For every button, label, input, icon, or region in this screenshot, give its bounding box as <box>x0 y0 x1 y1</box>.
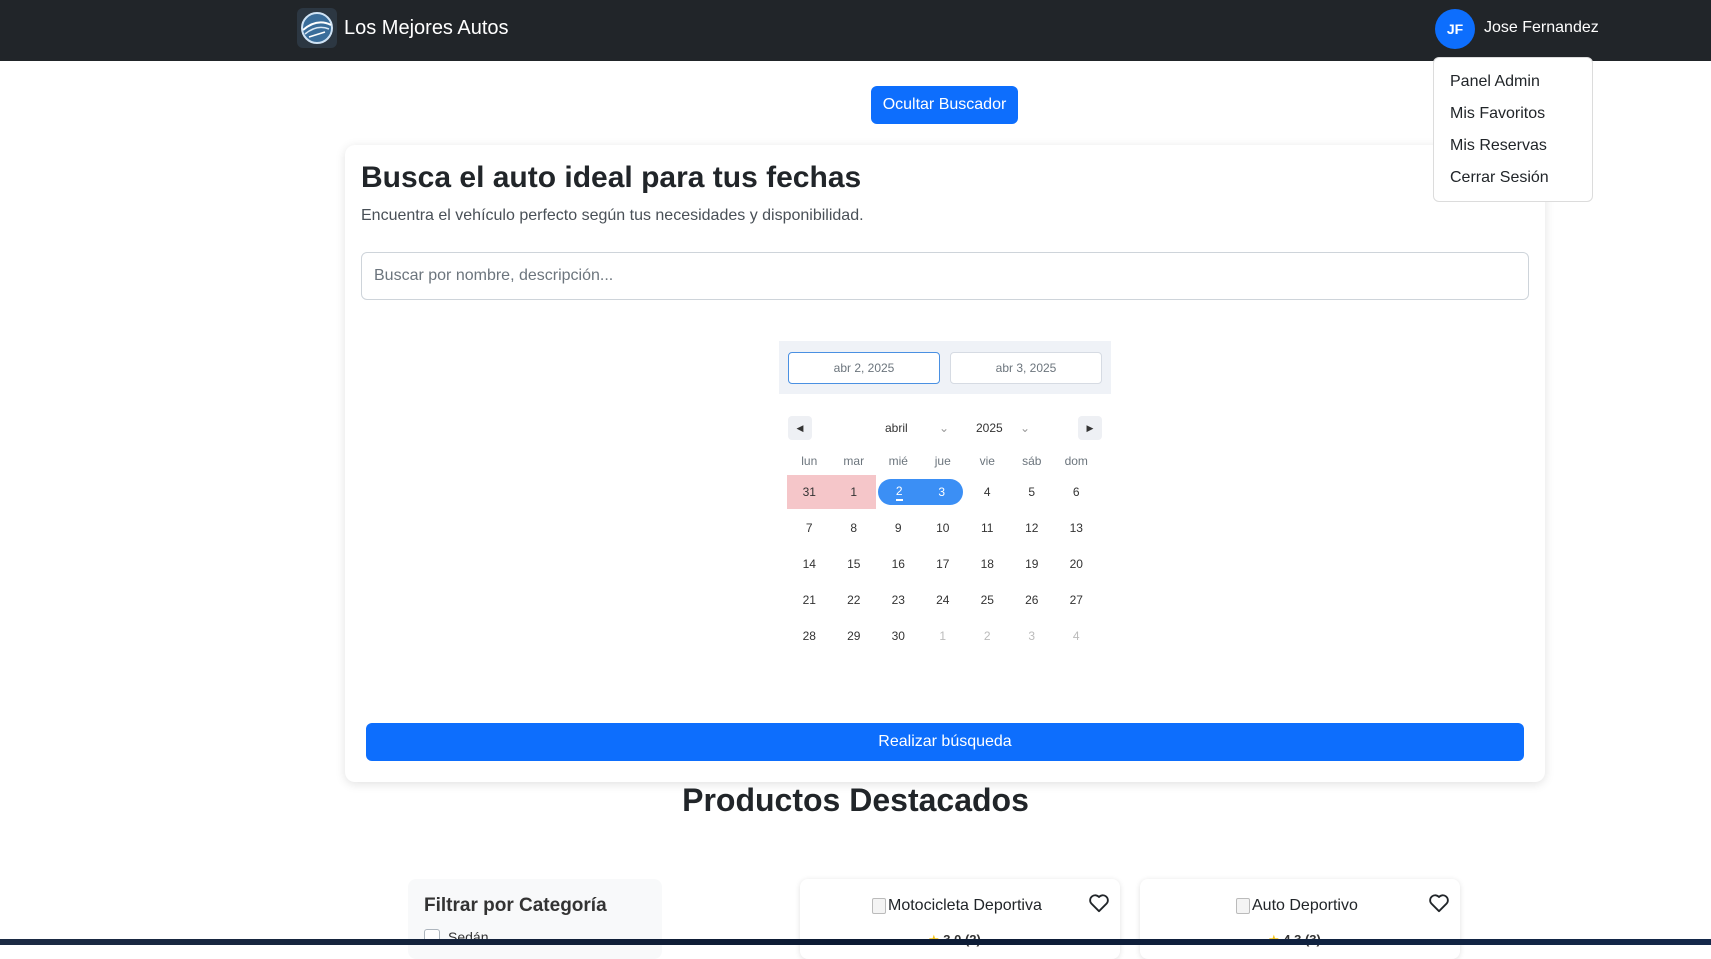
calendar-day[interactable]: 20 <box>1054 547 1099 581</box>
calendar-day[interactable]: 6 <box>1054 475 1099 509</box>
caret-left-icon: ◀ <box>796 422 804 433</box>
calendar-day[interactable]: 25 <box>965 583 1010 617</box>
calendar-day[interactable]: 9 <box>876 511 921 545</box>
calendar-week: 14 15 16 17 18 19 20 <box>787 546 1103 582</box>
calendar-day[interactable]: 27 <box>1054 583 1099 617</box>
calendar-day-unavailable: 1 <box>831 475 876 509</box>
car-speed-logo-icon[interactable] <box>297 8 337 48</box>
calendar-day[interactable]: 11 <box>965 511 1010 545</box>
calendar-week: 31 1 2 3 4 5 6 <box>787 474 1103 510</box>
product-card[interactable]: Auto Deportivo ★ 4.3 (3) <box>1140 879 1460 959</box>
favorite-heart-icon[interactable] <box>1428 893 1450 918</box>
weekday-label: dom <box>1064 454 1088 468</box>
weekday-label: jue <box>934 454 951 468</box>
calendar-day[interactable]: 12 <box>1010 511 1055 545</box>
calendar-day-next-month: 3 <box>1028 629 1036 643</box>
bottom-edge-bar <box>0 939 1711 945</box>
calendar-day[interactable]: 4 <box>965 475 1010 509</box>
user-avatar[interactable]: JF <box>1435 9 1475 49</box>
weekday-label: sáb <box>1022 454 1042 468</box>
prev-month-button[interactable]: ◀ <box>788 416 812 440</box>
calendar-day[interactable]: 10 <box>921 511 966 545</box>
start-date-field[interactable]: abr 2, 2025 <box>788 352 940 384</box>
calendar-day[interactable]: 24 <box>921 583 966 617</box>
month-select[interactable]: abril <box>885 421 908 435</box>
search-submit-button[interactable]: Realizar búsqueda <box>366 723 1524 761</box>
top-navbar: Los Mejores Autos JF Jose Fernandez <box>0 0 1711 61</box>
menu-item-cerrar-sesion[interactable]: Cerrar Sesión <box>1434 162 1592 194</box>
favorite-heart-icon[interactable] <box>1088 893 1110 918</box>
calendar-day-range-end[interactable]: 3 <box>920 479 963 505</box>
calendar-week: 21 22 23 24 25 26 27 <box>787 582 1103 618</box>
weekday-label: lun <box>801 454 818 468</box>
calendar-day[interactable]: 26 <box>1010 583 1055 617</box>
weekday-header: lun mar mié jue vie sáb dom <box>787 448 1103 474</box>
calendar-day[interactable]: 23 <box>876 583 921 617</box>
calendar-day-next-month: 2 <box>983 629 991 643</box>
weekday-label: vie <box>979 454 995 468</box>
calendar-day[interactable]: 15 <box>832 547 877 581</box>
next-month-button[interactable]: ▶ <box>1078 416 1102 440</box>
weekday-label: mié <box>888 454 908 468</box>
featured-products-title: Productos Destacados <box>682 782 1029 818</box>
calendar-day[interactable]: 18 <box>965 547 1010 581</box>
calendar-week: 7 8 9 10 11 12 13 <box>787 510 1103 546</box>
calendar-day[interactable]: 22 <box>832 583 877 617</box>
calendar-day-next-month: 4 <box>1072 629 1080 643</box>
calendar-day-next-month: 1 <box>939 629 947 643</box>
calendar-grid: lun mar mié jue vie sáb dom 31 1 2 3 4 5… <box>787 448 1103 654</box>
calendar-day[interactable]: 5 <box>1010 475 1055 509</box>
calendar-day[interactable]: 21 <box>787 583 832 617</box>
calendar-day-unavailable: 31 <box>787 475 832 509</box>
calendar-day[interactable]: 28 <box>787 619 832 653</box>
weekday-label: mar <box>843 454 865 468</box>
menu-item-panel-admin[interactable]: Panel Admin <box>1434 66 1592 98</box>
calendar-day-range-start[interactable]: 2 <box>878 479 921 505</box>
calendar-day[interactable]: 19 <box>1010 547 1055 581</box>
user-name[interactable]: Jose Fernandez <box>1484 19 1599 37</box>
search-card-title: Busca el auto ideal para tus fechas <box>361 161 862 194</box>
calendar-day[interactable]: 17 <box>921 547 966 581</box>
hide-search-button[interactable]: Ocultar Buscador <box>871 86 1018 124</box>
calendar-day-number: 2 <box>895 484 903 501</box>
calendar-day[interactable]: 14 <box>787 547 832 581</box>
menu-item-mis-favoritos[interactable]: Mis Favoritos <box>1434 98 1592 130</box>
product-card[interactable]: Motocicleta Deportiva ★ 3.0 (2) <box>800 879 1120 959</box>
year-select[interactable]: 2025 <box>976 421 1003 435</box>
category-filter-title: Filtrar por Categoría <box>424 895 607 916</box>
broken-image-icon <box>1236 898 1250 914</box>
menu-item-mis-reservas[interactable]: Mis Reservas <box>1434 130 1592 162</box>
search-card: Busca el auto ideal para tus fechas Encu… <box>345 145 1545 782</box>
product-image-alt: Auto Deportivo <box>1252 897 1358 914</box>
product-image[interactable]: Motocicleta Deportiva <box>872 897 1042 915</box>
end-date-field[interactable]: abr 3, 2025 <box>950 352 1102 384</box>
user-menu-dropdown: Panel Admin Mis Favoritos Mis Reservas C… <box>1433 57 1593 202</box>
category-filter: Filtrar por Categoría Sedán <box>408 879 662 959</box>
date-range-picker: abr 2, 2025 abr 3, 2025 ◀ abril ⌄ 2025 ⌄… <box>779 341 1111 661</box>
calendar-day[interactable]: 8 <box>832 511 877 545</box>
search-card-subtitle: Encuentra el vehículo perfecto según tus… <box>361 207 864 224</box>
broken-image-icon <box>872 898 886 914</box>
product-image[interactable]: Auto Deportivo <box>1236 897 1358 915</box>
calendar-week: 28 29 30 1 2 3 4 <box>787 618 1103 654</box>
month-chevron-down-icon: ⌄ <box>939 421 950 435</box>
date-range-header: abr 2, 2025 abr 3, 2025 <box>779 341 1111 394</box>
product-image-alt: Motocicleta Deportiva <box>888 897 1042 914</box>
calendar-day[interactable]: 16 <box>876 547 921 581</box>
calendar-day[interactable]: 30 <box>876 619 921 653</box>
calendar-day[interactable]: 7 <box>787 511 832 545</box>
search-input[interactable] <box>361 252 1529 300</box>
calendar-day[interactable]: 29 <box>832 619 877 653</box>
year-chevron-down-icon: ⌄ <box>1020 421 1031 435</box>
calendar-day[interactable]: 13 <box>1054 511 1099 545</box>
caret-right-icon: ▶ <box>1086 422 1094 433</box>
brand-name[interactable]: Los Mejores Autos <box>344 17 509 40</box>
